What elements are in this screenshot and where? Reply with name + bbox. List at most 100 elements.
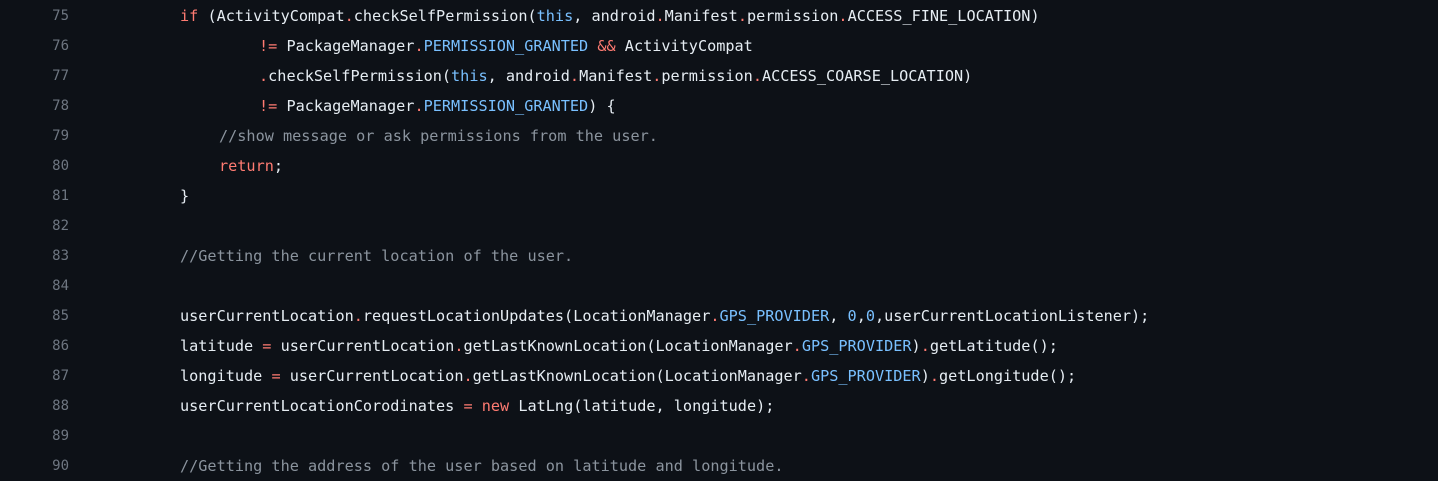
line-number: 79 (52, 128, 69, 144)
code-line: 86 latitude = userCurrentLocation.getLas… (0, 331, 1438, 361)
code-text: } (180, 187, 189, 205)
code-token: longitude (180, 367, 272, 385)
code-comment: //Getting the address of the user based … (180, 457, 784, 475)
code-line: 78 != PackageManager.PERMISSION_GRANTED)… (0, 91, 1438, 121)
line-number: 88 (52, 398, 69, 414)
code-line: 85 userCurrentLocation.requestLocationUp… (0, 301, 1438, 331)
code-view: 75 if (ActivityCompat.checkSelfPermissio… (0, 0, 1438, 475)
code-token: , (856, 307, 866, 325)
code-text: userCurrentLocationCorodinates = new Lat… (180, 397, 774, 415)
code-token: PERMISSION_GRANTED (423, 97, 589, 115)
line-number: 89 (52, 428, 69, 444)
code-token: return (219, 157, 274, 175)
code-text: userCurrentLocation.requestLocationUpdat… (180, 307, 1149, 325)
code-line: 77 .checkSelfPermission(this, android.Ma… (0, 61, 1438, 91)
code-text: .checkSelfPermission(this, android.Manif… (259, 67, 972, 85)
line-number: 86 (52, 338, 69, 354)
code-token: 0 (865, 307, 876, 325)
code-token: , android (573, 7, 656, 25)
line-number: 80 (52, 158, 69, 174)
code-token: . (353, 307, 363, 325)
code-token: ) { (588, 97, 616, 115)
code-token: requestLocationUpdates(LocationManager (362, 307, 711, 325)
code-token: checkSelfPermission( (268, 67, 452, 85)
code-token: GPS_PROVIDER (801, 337, 912, 355)
code-token: userCurrentLocationCorodinates (180, 397, 464, 415)
line-number: 87 (52, 368, 69, 384)
code-text: //Getting the current location of the us… (180, 247, 573, 265)
code-token: . (920, 337, 930, 355)
code-token: this (536, 7, 574, 25)
code-token: } (180, 187, 190, 205)
code-text: != PackageManager.PERMISSION_GRANTED) { (259, 97, 616, 115)
line-number: 85 (52, 308, 69, 324)
code-token: checkSelfPermission( (353, 7, 537, 25)
code-token: PackageManager (277, 97, 415, 115)
code-token: GPS_PROVIDER (719, 307, 830, 325)
code-token: . (792, 337, 802, 355)
code-token: latitude (180, 337, 263, 355)
code-token: LatLng(latitude, longitude); (509, 397, 775, 415)
code-token: ) (911, 337, 921, 355)
code-text: //Getting the address of the user based … (180, 457, 783, 475)
line-number: 90 (52, 458, 69, 474)
line-number: 83 (52, 248, 69, 264)
line-number: 77 (52, 68, 69, 84)
line-number: 76 (52, 38, 69, 54)
line-number: 84 (52, 278, 69, 294)
code-line: 76 != PackageManager.PERMISSION_GRANTED … (0, 31, 1438, 61)
code-line: 89 (0, 421, 1438, 451)
code-text: //show message or ask permissions from t… (219, 127, 658, 145)
code-token: Manifest (579, 67, 653, 85)
code-token: userCurrentLocation (271, 337, 455, 355)
code-token: . (737, 7, 747, 25)
code-text: latitude = userCurrentLocation.getLastKn… (180, 337, 1058, 355)
code-token: = (271, 367, 281, 385)
code-token: . (344, 7, 354, 25)
code-token: ACCESS_FINE_LOCATION) (847, 7, 1040, 25)
code-token: . (414, 97, 424, 115)
code-token: . (801, 367, 811, 385)
code-line: 82 (0, 211, 1438, 241)
code-line: 84 (0, 271, 1438, 301)
code-token: getLongitude(); (939, 367, 1077, 385)
code-token: . (655, 7, 665, 25)
code-token: 0 (847, 307, 857, 325)
code-line: 75 if (ActivityCompat.checkSelfPermissio… (0, 1, 1438, 31)
code-line: 88 userCurrentLocationCorodinates = new … (0, 391, 1438, 421)
line-number: 82 (52, 218, 69, 234)
code-token: getLastKnownLocation(LocationManager (472, 367, 802, 385)
code-text: if (ActivityCompat.checkSelfPermission(t… (180, 7, 1040, 25)
code-token: PackageManager (277, 37, 415, 55)
code-line: 87 longitude = userCurrentLocation.getLa… (0, 361, 1438, 391)
code-token: Manifest (664, 7, 738, 25)
code-token: userCurrentLocation (180, 307, 354, 325)
code-token: ; (273, 157, 284, 175)
code-text: longitude = userCurrentLocation.getLastK… (180, 367, 1076, 385)
code-token: . (463, 367, 473, 385)
code-token: getLastKnownLocation(LocationManager (463, 337, 793, 355)
code-token: && (597, 37, 616, 55)
code-token: != (259, 97, 278, 115)
code-line: 83 //Getting the current location of the… (0, 241, 1438, 271)
line-number: 81 (52, 188, 69, 204)
code-text: return; (219, 157, 283, 175)
code-line: 90 //Getting the address of the user bas… (0, 451, 1438, 481)
code-token: ,userCurrentLocationListener); (875, 307, 1150, 325)
code-token: , android (487, 67, 570, 85)
code-token: . (259, 67, 269, 85)
code-token: ActivityCompat (615, 37, 753, 55)
code-token: permission (661, 67, 753, 85)
code-token: userCurrentLocation (280, 367, 464, 385)
code-token: GPS_PROVIDER (810, 367, 921, 385)
line-number: 78 (52, 98, 69, 114)
code-token: . (414, 37, 424, 55)
code-token: . (652, 67, 662, 85)
code-line: 81 } (0, 181, 1438, 211)
code-token: . (710, 307, 720, 325)
code-token: getLatitude(); (929, 337, 1058, 355)
code-token: , (829, 307, 848, 325)
code-token: PERMISSION_GRANTED (423, 37, 589, 55)
